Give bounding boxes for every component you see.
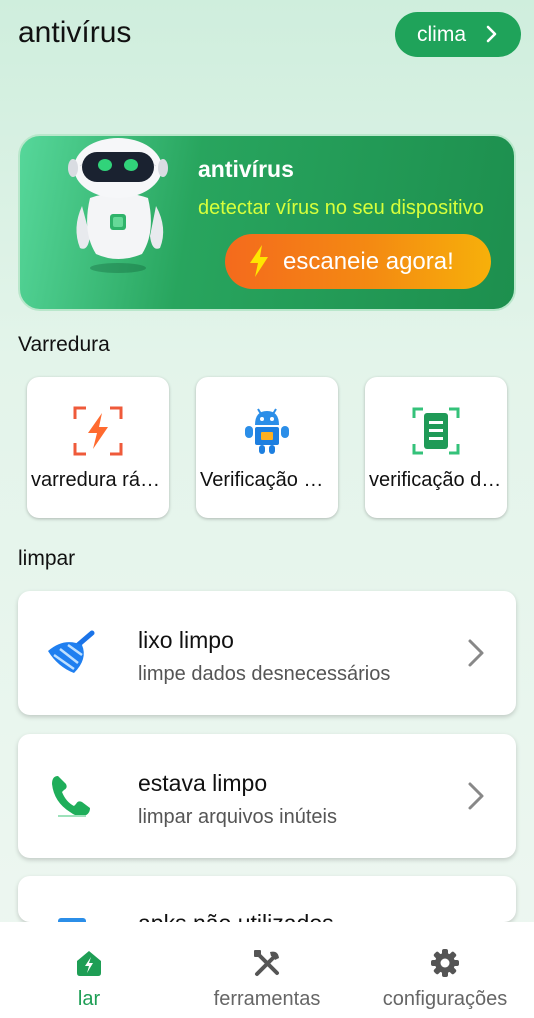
tools-icon — [254, 950, 279, 976]
nav-label-tools: ferramentas — [213, 988, 321, 1010]
home-icon — [77, 951, 101, 976]
scan-now-button[interactable]: escaneie agora! — [225, 234, 491, 289]
lightning-icon — [250, 245, 268, 277]
call-clean-card[interactable]: estava limpo limpar arquivos inúteis — [18, 734, 516, 858]
scan-section-label: Varredura — [18, 333, 110, 356]
unused-apks-card[interactable]: apks não utilizados — [18, 876, 516, 922]
page-title: antivírus — [18, 16, 132, 49]
bottom-navigation: lar ferramentas configurações — [0, 922, 534, 1018]
file-scan-tile[interactable]: verificação de arquivos — [365, 377, 507, 518]
banner-title: antivírus — [198, 156, 294, 182]
nav-item-home[interactable]: lar — [30, 922, 148, 1018]
chevron-right-icon — [468, 782, 484, 810]
banner-subtitle: detectar vírus no seu dispositivo — [198, 197, 484, 219]
chevron-right-icon — [486, 25, 497, 43]
junk-clean-card[interactable]: lixo limpo limpe dados desnecessários — [18, 591, 516, 715]
quick-scan-icon — [73, 406, 123, 456]
clean-section-label: limpar — [18, 547, 76, 570]
unused-apks-title: apks não utilizados — [138, 910, 334, 922]
junk-clean-title: lixo limpo — [138, 627, 234, 653]
apk-icon — [58, 918, 86, 922]
scan-now-label: escaneie agora! — [283, 247, 454, 275]
junk-clean-subtitle: limpe dados desnecessários — [138, 663, 391, 685]
file-scan-label: verificação de arquivos — [369, 469, 503, 491]
gear-icon — [431, 949, 459, 977]
file-scan-icon — [412, 407, 460, 455]
app-scan-tile[interactable]: Verificação de aplicativos — [196, 377, 338, 518]
call-clean-title: estava limpo — [138, 770, 268, 796]
nav-label-home: lar — [77, 988, 101, 1010]
weather-button[interactable]: clima — [395, 12, 521, 57]
android-icon — [245, 408, 289, 454]
quick-scan-tile[interactable]: varredura rápida — [27, 377, 169, 518]
call-clean-subtitle: limpar arquivos inúteis — [138, 806, 337, 828]
robot-mascot-icon — [68, 138, 168, 273]
phone-icon — [52, 776, 90, 817]
broom-icon — [48, 630, 95, 673]
nav-item-settings[interactable]: configurações — [368, 922, 522, 1018]
quick-scan-label: varredura rápida — [31, 469, 165, 491]
app-scan-label: Verificação de aplicativos — [200, 469, 334, 491]
antivirus-banner[interactable]: antivírus detectar vírus no seu disposit… — [18, 134, 516, 311]
chevron-right-icon — [468, 639, 484, 667]
nav-item-tools[interactable]: ferramentas — [200, 922, 334, 1018]
nav-label-settings: configurações — [382, 988, 508, 1010]
weather-button-label: clima — [417, 22, 467, 46]
top-bar: antivírus clima — [0, 0, 534, 80]
